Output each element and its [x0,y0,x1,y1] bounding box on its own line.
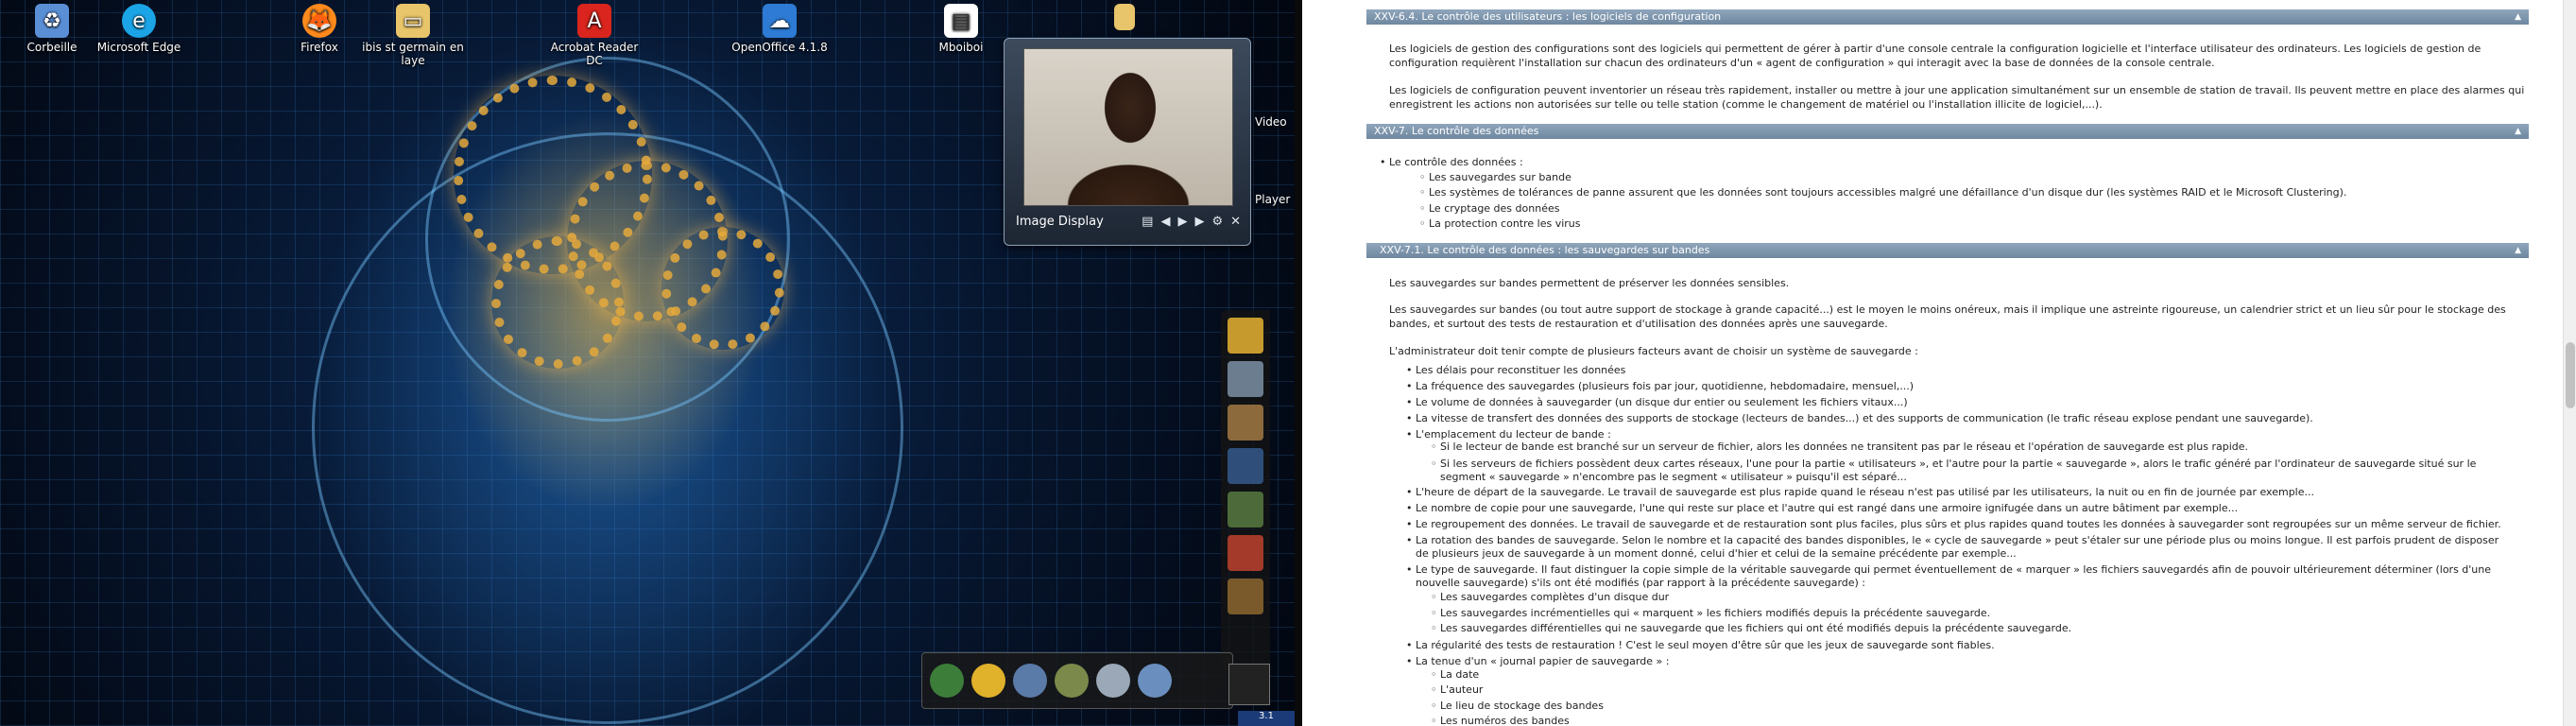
gadget-book-icon[interactable] [1228,535,1263,571]
document-icon: ▤ [944,4,978,38]
paragraph: Les logiciels de configuration peuvent i… [1389,84,2525,111]
list-item: La tenue d'un « journal papier de sauveg… [1406,655,1669,668]
gadget-sidebar [1221,310,1270,669]
list-item: La protection contre les virus [1419,217,1580,231]
desktop-wallpaper: ♻ Corbeille e Microsoft Edge 🦊 Firefox ▭… [0,0,1295,726]
launcher-settings-icon[interactable] [1138,664,1172,698]
list-item: Les sauvegardes sur bande [1419,171,1571,184]
taskbar-corner[interactable]: 3.1 [1238,711,1295,726]
list-item: L'emplacement du lecteur de bande : [1406,428,1611,441]
image-display-gadget[interactable]: Image Display ▤ ◀ ▶ ▶ ⚙ ✕ [1004,38,1251,246]
wallpaper-gear [661,227,784,350]
desktop-icon-label: ibis st germain en laye [362,41,464,67]
list-item: L'heure de départ de la sauvegarde. Le t… [1406,486,2314,499]
document-page: XXV-6.4. Le contrôle des utilisateurs : … [1302,0,2563,726]
desktop-icon-partial[interactable] [1096,4,1153,33]
section-title: XXV-6.4. Le contrôle des utilisateurs : … [1374,10,1722,23]
desktop-icon-label: Firefox [301,41,338,54]
screen-divider [1295,0,1302,726]
paragraph: Les logiciels de gestion des configurati… [1389,43,2482,69]
list-item: La régularité des tests de restauration … [1406,639,1995,652]
acrobat-icon: A [577,4,611,38]
desktop-icon-label: OpenOffice 4.1.8 [731,41,828,54]
image-display-caption: Image Display [1016,215,1104,229]
list-item: La vitesse de transfert des données des … [1406,412,2313,425]
gadget-creative-icon[interactable] [1228,318,1263,354]
list-item: Le lieu de stockage des bandes [1431,700,1604,713]
desktop-icon-edge[interactable]: e Microsoft Edge [87,4,191,54]
list-item: Le contrôle des données : [1380,156,1523,169]
folder-icon [1114,4,1135,30]
list-item: La date [1431,668,1479,682]
desktop-icon-mboiboi[interactable]: ▤ Mboiboi [909,4,1013,54]
gadget-photo-icon[interactable] [1228,405,1263,441]
section-header-7[interactable]: XXV-7. Le contrôle des données ▲ [1366,124,2529,139]
launcher-bar [921,652,1233,709]
list-item: Les sauvegardes complètes d'un disque du… [1431,591,1669,604]
section-title: XXV-7.1. Le contrôle des données : les s… [1380,244,1710,256]
slideshow-icon[interactable]: ▤ [1142,215,1153,229]
list-item: L'auteur [1431,683,1484,697]
gadget-person-icon[interactable] [1228,579,1263,614]
image-display-controls: ▤ ◀ ▶ ▶ ⚙ ✕ [1142,215,1241,229]
list-item: Les systèmes de tolérances de panne assu… [1419,186,2346,199]
paragraph: Les sauvegardes sur bandes permettent de… [1389,277,1790,289]
list-item: Le regroupement des données. Le travail … [1406,518,2501,531]
collapse-toggle-icon[interactable]: ▲ [2515,243,2521,258]
desktop-icon-video-label[interactable]: Video [1255,115,1287,129]
launcher-network-icon[interactable] [1013,664,1047,698]
launcher-app-icon[interactable] [930,664,964,698]
close-icon[interactable]: ✕ [1230,215,1241,229]
desktop-icon-label: Microsoft Edge [96,41,181,54]
list-item: Les sauvegardes différentielles qui ne s… [1431,622,2071,635]
folder-icon: ▭ [396,4,430,38]
desktop-icon-openoffice[interactable]: ☁ OpenOffice 4.1.8 [728,4,832,54]
list-item: Les délais pour reconstituer les données [1406,364,1625,377]
section-header-6-4[interactable]: XXV-6.4. Le contrôle des utilisateurs : … [1366,9,2529,25]
collapse-toggle-icon[interactable]: ▲ [2515,9,2521,25]
previous-icon[interactable]: ◀ [1160,215,1170,229]
list-item: Les numéros des bandes [1431,715,1570,726]
wallpaper-gear [491,236,624,369]
image-display-photo [1023,48,1233,206]
list-item: La fréquence des sauvegardes (plusieurs … [1406,380,1914,393]
list-item: Le cryptage des données [1419,202,1560,216]
vertical-scrollbar[interactable] [2563,0,2576,726]
list-item: Si les serveurs de fichiers possèdent de… [1431,458,2508,484]
collapse-toggle-icon[interactable]: ▲ [2515,124,2521,139]
edge-icon: e [122,4,156,38]
desktop-icon-label: Mboiboi [938,41,984,54]
launcher-document-icon[interactable] [1096,664,1130,698]
desktop-icon-ibis[interactable]: ▭ ibis st germain en laye [361,4,465,67]
next-icon[interactable]: ▶ [1194,215,1204,229]
launcher-emoji-icon[interactable] [971,664,1005,698]
list-item: Les sauvegardes incrémentielles qui « ma… [1431,607,1990,620]
list-item: Le nombre de copie pour une sauvegarde, … [1406,502,2238,515]
gadget-pc-icon[interactable] [1228,361,1263,397]
desktop-icon-firefox[interactable]: 🦊 Firefox [267,4,371,54]
recycle-bin-icon: ♻ [35,4,69,38]
paragraph: Les sauvegardes sur bandes (ou tout autr… [1389,303,2506,330]
grid-gadget[interactable] [1228,664,1270,705]
section-title: XXV-7. Le contrôle des données [1374,125,1539,137]
settings-icon[interactable]: ⚙ [1211,215,1223,229]
scrollbar-thumb[interactable] [2566,342,2575,408]
desktop-icon-player-label[interactable]: Player [1255,193,1290,206]
section-header-7-1[interactable]: XXV-7.1. Le contrôle des données : les s… [1366,243,2529,258]
gadget-grid-icon[interactable] [1228,492,1263,527]
list-item: Le volume de données à sauvegarder (un d… [1406,396,1908,409]
paragraph: L'administrateur doit tenir compte de pl… [1389,345,1918,357]
firefox-icon: 🦊 [302,4,336,38]
desktop-icon-label: Acrobat Reader DC [550,41,639,67]
play-icon[interactable]: ▶ [1177,215,1187,229]
list-item: Si le lecteur de bande est branché sur u… [1431,441,2248,454]
gadget-photo-icon[interactable] [1228,448,1263,484]
list-item: Le type de sauvegarde. Il faut distingue… [1406,563,2512,590]
list-item: La rotation des bandes de sauvegarde. Se… [1406,534,2512,561]
launcher-user-icon[interactable] [1055,664,1089,698]
openoffice-icon: ☁ [763,4,797,38]
desktop-icon-acrobat[interactable]: A Acrobat Reader DC [542,4,646,67]
